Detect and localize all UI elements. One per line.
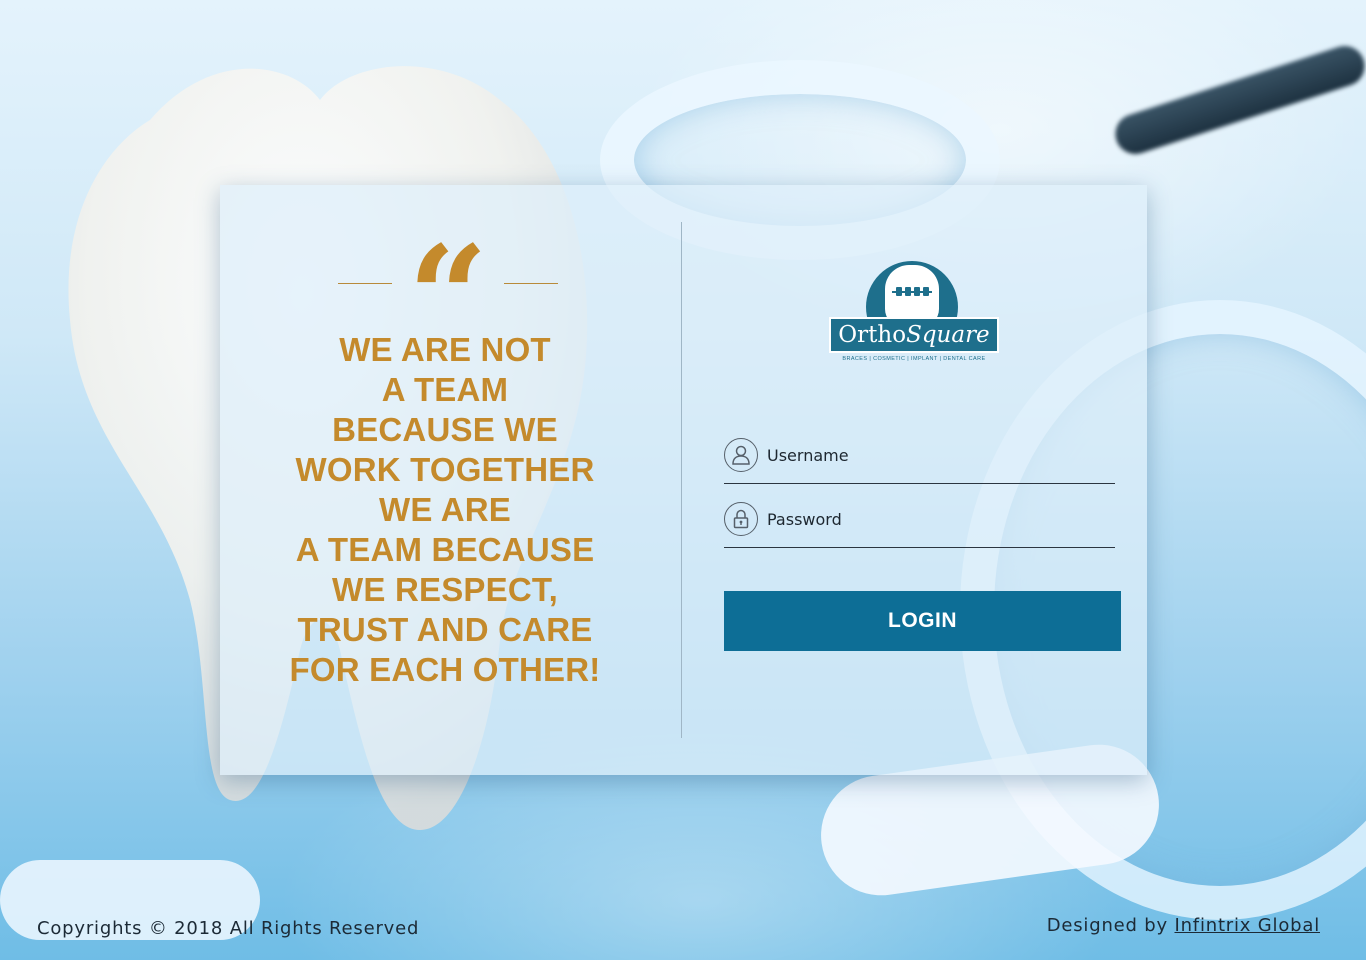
logo-name-italic: Square: [906, 322, 990, 348]
username-input[interactable]: [767, 442, 1107, 468]
quote-text: WE ARE NOT A TEAM BECAUSE WE WORK TOGETH…: [289, 331, 601, 688]
logo-tagline: BRACES | COSMETIC | IMPLANT | DENTAL CAR…: [842, 356, 986, 362]
user-icon: [724, 438, 758, 472]
quote-rule-right: [504, 283, 558, 284]
logo-braces-icon: [892, 287, 932, 301]
designer-link[interactable]: Infintrix Global: [1174, 915, 1320, 936]
password-field: [724, 502, 1115, 548]
quote-mark-row: “: [280, 228, 610, 368]
card-divider: [681, 222, 682, 738]
logo-wordmark: OrthoSquare: [829, 317, 999, 353]
login-button[interactable]: LOGIN: [724, 591, 1121, 651]
copyright-text: Copyrights © 2018 All Rights Reserved: [37, 918, 420, 939]
username-field: [724, 438, 1115, 484]
designed-by: Designed by Infintrix Global: [1047, 915, 1320, 936]
designed-by-prefix: Designed by: [1046, 915, 1175, 936]
lock-icon: [724, 502, 758, 536]
logo-name-plain: Ortho: [838, 322, 907, 348]
quote-panel: “ WE ARE NOT A TEAM BECAUSE WE WORK TOGE…: [280, 228, 610, 690]
orthosquare-logo: OrthoSquare BRACES | COSMETIC | IMPLANT …: [829, 261, 999, 366]
quote-rule-left: [338, 283, 392, 284]
background-instrument-handle: [1110, 40, 1366, 160]
password-input[interactable]: [767, 506, 1107, 532]
quote-mark-icon: “: [407, 216, 489, 380]
